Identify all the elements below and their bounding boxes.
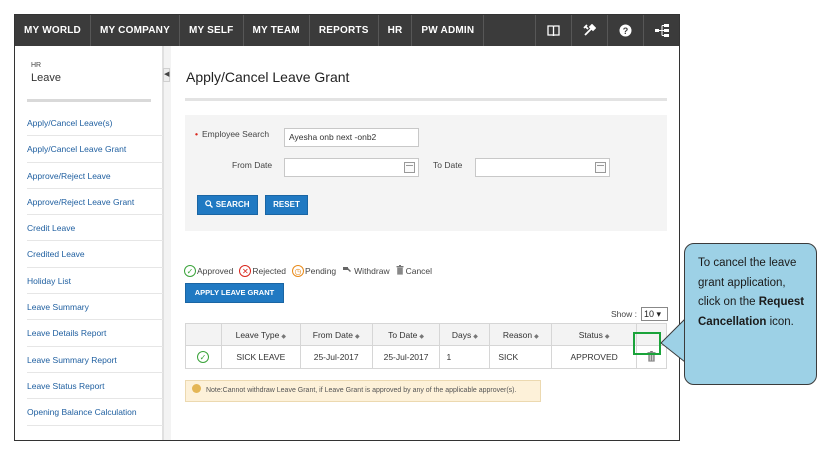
column-header-reason[interactable]: Reason ◆ bbox=[489, 323, 553, 346]
calendar-icon[interactable] bbox=[404, 162, 415, 173]
status-icon-column-header bbox=[185, 323, 222, 346]
show-label: Show : bbox=[611, 309, 637, 319]
divider bbox=[27, 99, 151, 102]
legend-rejected: ✕ Rejected bbox=[239, 265, 286, 277]
svg-text:?: ? bbox=[623, 26, 629, 36]
info-note: Note:Cannot withdraw Leave Grant, if Lea… bbox=[185, 380, 541, 402]
sort-icon: ◆ bbox=[354, 333, 360, 340]
approved-icon: ✓ bbox=[196, 351, 209, 363]
nav-my-self[interactable]: MY SELF bbox=[180, 15, 244, 46]
sidebar-item-approve-reject-leave-grant[interactable]: Approve/Reject Leave Grant bbox=[27, 189, 163, 216]
reset-button[interactable]: RESET bbox=[265, 195, 308, 215]
to-date-field[interactable] bbox=[475, 158, 610, 177]
approved-icon: ✓ bbox=[184, 265, 196, 277]
collapse-sidebar-icon[interactable]: ◀ bbox=[163, 68, 170, 82]
to-date-label: To Date bbox=[433, 160, 463, 170]
apply-leave-grant-button[interactable]: APPLY LEAVE GRANT bbox=[185, 283, 284, 303]
legend-approved: ✓ Approved bbox=[184, 265, 233, 277]
sort-icon: ◆ bbox=[534, 333, 539, 340]
search-button[interactable]: SEARCH bbox=[197, 195, 258, 215]
sidebar-title: Leave bbox=[31, 72, 61, 84]
cell-reason: SICK bbox=[489, 345, 553, 369]
legend-cancel: Cancel bbox=[396, 265, 432, 277]
nav-my-company[interactable]: MY COMPANY bbox=[91, 15, 180, 46]
sort-icon: ◆ bbox=[281, 333, 287, 340]
sort-icon: ◆ bbox=[604, 333, 610, 340]
sidebar-item-apply-cancel-leaves[interactable]: Apply/Cancel Leave(s) bbox=[27, 110, 163, 137]
top-navigation: MY WORLD MY COMPANY MY SELF MY TEAM REPO… bbox=[15, 15, 679, 46]
sitemap-icon[interactable] bbox=[643, 15, 679, 46]
row-status-cell: ✓ bbox=[185, 345, 222, 369]
cell-from-date: 25-Jul-2017 bbox=[299, 345, 373, 369]
legend-withdraw: Withdraw bbox=[342, 266, 390, 277]
legend-pending: ◷ Pending bbox=[291, 265, 336, 277]
sidebar-splitter[interactable] bbox=[163, 46, 171, 440]
required-icon: • bbox=[195, 129, 198, 139]
help-icon[interactable]: ? bbox=[607, 15, 643, 46]
from-date-label: From Date bbox=[232, 160, 273, 170]
column-header-leave-type[interactable]: Leave Type ◆ bbox=[220, 323, 301, 346]
employee-search-input[interactable]: Ayesha onb next -onb2 bbox=[284, 128, 419, 147]
sidebar-item-apply-cancel-leave-grant[interactable]: Apply/Cancel Leave Grant bbox=[27, 136, 163, 163]
page-title: Apply/Cancel Leave Grant bbox=[186, 69, 350, 85]
sidebar-item-credit-leave[interactable]: Credit Leave bbox=[27, 215, 163, 242]
callout-text-end: icon. bbox=[766, 315, 794, 328]
app-window: MY WORLD MY COMPANY MY SELF MY TEAM REPO… bbox=[14, 14, 680, 441]
cell-status: APPROVED bbox=[551, 345, 638, 369]
sidebar-menu: Apply/Cancel Leave(s) Apply/Cancel Leave… bbox=[27, 110, 163, 426]
highlight-box bbox=[633, 332, 661, 355]
cell-leave-type: SICK LEAVE bbox=[220, 345, 301, 369]
status-legend: ✓ Approved ✕ Rejected ◷ Pending Withdraw bbox=[184, 265, 438, 277]
sidebar-item-leave-summary-report[interactable]: Leave Summary Report bbox=[27, 347, 163, 373]
search-icon bbox=[205, 200, 215, 209]
sidebar-item-credited-leave[interactable]: Credited Leave bbox=[27, 241, 163, 268]
pending-icon: ◷ bbox=[291, 265, 304, 277]
column-header-status[interactable]: Status ◆ bbox=[551, 323, 638, 346]
column-header-from-date[interactable]: From Date ◆ bbox=[299, 323, 373, 346]
info-icon bbox=[192, 384, 201, 393]
rejected-icon: ✕ bbox=[239, 265, 252, 277]
nav-my-team[interactable]: MY TEAM bbox=[244, 15, 310, 46]
search-form: • Employee Search Ayesha onb next -onb2 F… bbox=[185, 115, 667, 231]
sort-icon: ◆ bbox=[473, 333, 478, 340]
divider bbox=[185, 98, 667, 101]
column-header-days[interactable]: Days ◆ bbox=[439, 323, 491, 346]
nav-pw-admin[interactable]: PW ADMIN bbox=[412, 15, 485, 46]
book-icon[interactable] bbox=[535, 15, 571, 46]
withdraw-icon bbox=[342, 266, 352, 277]
tools-icon[interactable] bbox=[571, 15, 607, 46]
sidebar-item-approve-reject-leave[interactable]: Approve/Reject Leave bbox=[27, 163, 163, 189]
calendar-icon[interactable] bbox=[595, 162, 606, 173]
cell-to-date: 25-Jul-2017 bbox=[371, 345, 441, 369]
sort-icon: ◆ bbox=[419, 333, 424, 340]
sidebar-item-holiday-list[interactable]: Holiday List bbox=[27, 268, 163, 295]
sidebar-item-leave-details-report[interactable]: Leave Details Report bbox=[27, 320, 163, 347]
cell-days: 1 bbox=[439, 345, 491, 369]
column-header-to-date[interactable]: To Date ◆ bbox=[371, 323, 441, 346]
nav-hr[interactable]: HR bbox=[379, 15, 413, 46]
sidebar-module-label: HR bbox=[31, 62, 42, 69]
nav-my-world[interactable]: MY WORLD bbox=[15, 15, 91, 46]
table-row: ✓ SICK LEAVE 25-Jul-2017 25-Jul-2017 1 S… bbox=[185, 345, 667, 369]
from-date-field[interactable] bbox=[284, 158, 419, 177]
nav-reports[interactable]: REPORTS bbox=[310, 15, 379, 46]
table-header-row: Leave Type ◆ From Date ◆ To Date ◆ Days ◆ Re… bbox=[185, 323, 667, 346]
leave-grant-table: Leave Type ◆ From Date ◆ To Date ◆ Days ◆ Re… bbox=[185, 323, 667, 369]
instruction-callout: To cancel the leave grant application, c… bbox=[684, 243, 817, 385]
sidebar-item-leave-status-report[interactable]: Leave Status Report bbox=[27, 373, 163, 400]
request-cancellation-icon[interactable] bbox=[647, 350, 656, 364]
trash-icon bbox=[396, 265, 404, 277]
sidebar-item-leave-summary[interactable]: Leave Summary bbox=[27, 294, 163, 321]
employee-search-label: • Employee Search bbox=[195, 129, 270, 139]
main-content: Apply/Cancel Leave Grant • Employee Searc… bbox=[171, 46, 679, 440]
sidebar-item-opening-balance-calculation[interactable]: Opening Balance Calculation bbox=[27, 399, 163, 426]
sidebar: HR Leave Apply/Cancel Leave(s) Apply/Can… bbox=[15, 46, 163, 440]
